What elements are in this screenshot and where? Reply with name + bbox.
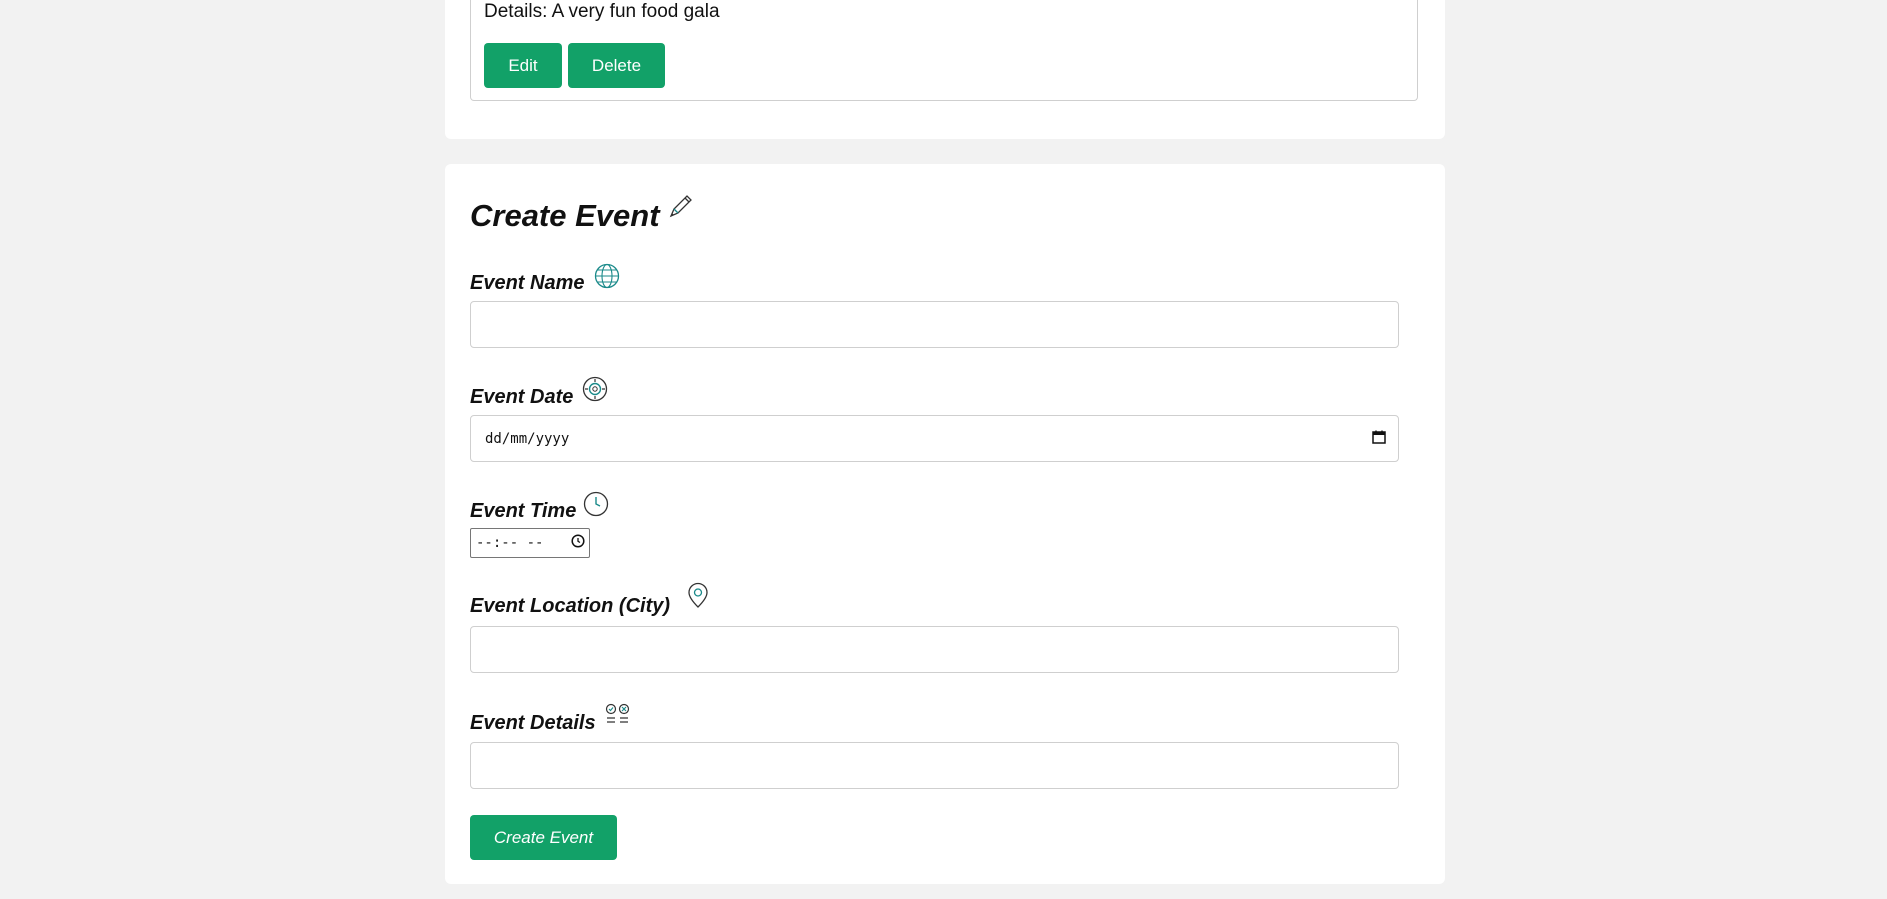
pencil-icon [665, 192, 695, 227]
event-time-label: Event Time [470, 500, 577, 522]
date-placeholder: dd/mm/yyyy [485, 430, 570, 447]
event-list-card: Details: A very fun food gala Edit Delet… [445, 0, 1445, 139]
event-location-label: Event Location (City) [470, 595, 671, 617]
edit-button[interactable]: Edit [484, 43, 562, 88]
globe-icon [593, 262, 621, 295]
calendar-icon[interactable] [1372, 430, 1386, 448]
event-details-label: Event Details [470, 712, 596, 734]
event-location-input[interactable] [470, 626, 1399, 673]
delete-button[interactable]: Delete [568, 43, 665, 88]
event-date-label: Event Date [470, 386, 574, 408]
settings-dial-icon [581, 375, 609, 408]
event-item: Details: A very fun food gala Edit Delet… [470, 0, 1418, 101]
checklist-icon [603, 702, 633, 735]
event-details-input[interactable] [470, 742, 1399, 789]
event-name-input[interactable] [470, 301, 1399, 348]
form-title: Create Event [470, 198, 660, 233]
clock-picker-icon[interactable] [571, 534, 585, 552]
event-date-input[interactable]: dd/mm/yyyy [470, 415, 1399, 462]
event-time-input[interactable]: --:-- -- [470, 528, 590, 558]
event-details-text: Details: A very fun food gala [484, 1, 720, 22]
clock-icon [582, 490, 610, 523]
time-placeholder: --:-- -- [476, 535, 544, 551]
create-event-button[interactable]: Create Event [470, 815, 617, 860]
create-event-card: Create Event Event Name Event Date dd/mm… [445, 164, 1445, 884]
event-name-label: Event Name [470, 272, 585, 294]
map-pin-icon [685, 582, 711, 615]
